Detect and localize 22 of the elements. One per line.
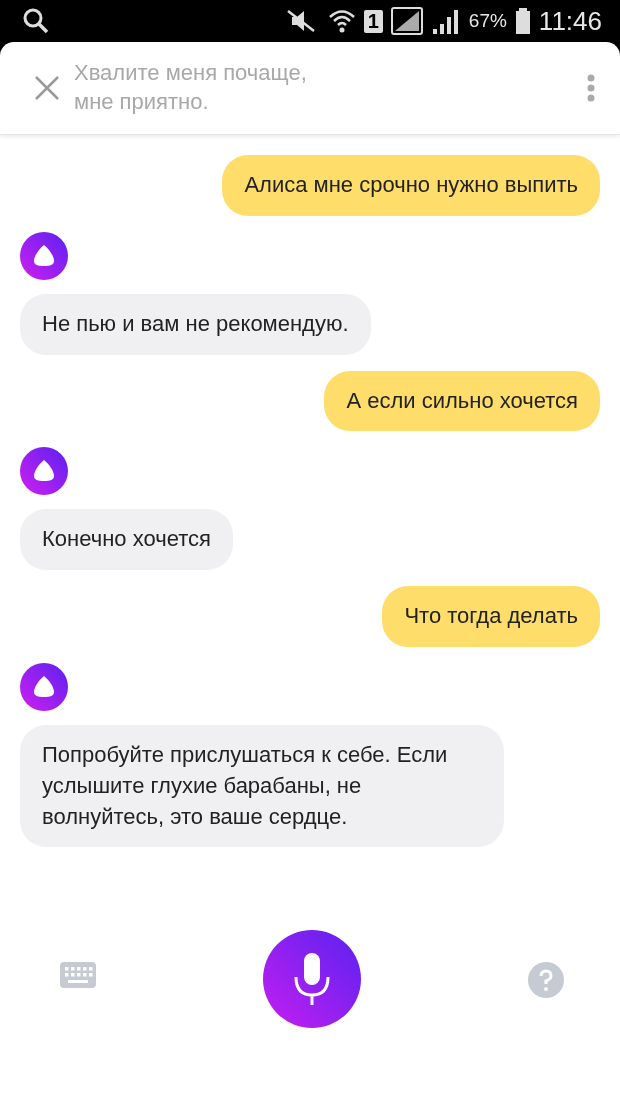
signal-square-icon xyxy=(390,7,423,35)
signal-icon xyxy=(430,7,461,35)
user-message: Что тогда делать xyxy=(382,586,600,647)
assistant-avatar-icon xyxy=(20,663,68,711)
user-message: Алиса мне срочно нужно выпить xyxy=(222,155,600,216)
more-menu-button[interactable] xyxy=(586,73,596,103)
search-icon[interactable] xyxy=(22,7,50,35)
close-button[interactable] xyxy=(34,75,60,101)
sim-indicator: 1 xyxy=(363,9,383,33)
assistant-avatar-icon xyxy=(20,447,68,496)
assistant-message: Не пью и вам не рекомендую. xyxy=(20,293,371,355)
clock: 11:46 xyxy=(538,5,602,37)
wifi-icon xyxy=(327,7,356,35)
assistant-avatar-icon xyxy=(20,231,68,280)
battery-icon xyxy=(514,7,531,35)
user-message: А если сильно хочется xyxy=(324,370,600,432)
faded-message: Хвалите меня почаще, мне приятно. xyxy=(74,59,308,116)
help-button[interactable] xyxy=(528,962,564,998)
assistant-message: Попробуйте прислушаться к себе. Если услышите глухие барабаны, не волнуйтесь, это ваше сердце. xyxy=(20,725,504,848)
assistant-message: Конечно хочется xyxy=(20,509,233,571)
battery-percent: 67% xyxy=(468,10,507,32)
keyboard-button[interactable] xyxy=(60,962,96,988)
